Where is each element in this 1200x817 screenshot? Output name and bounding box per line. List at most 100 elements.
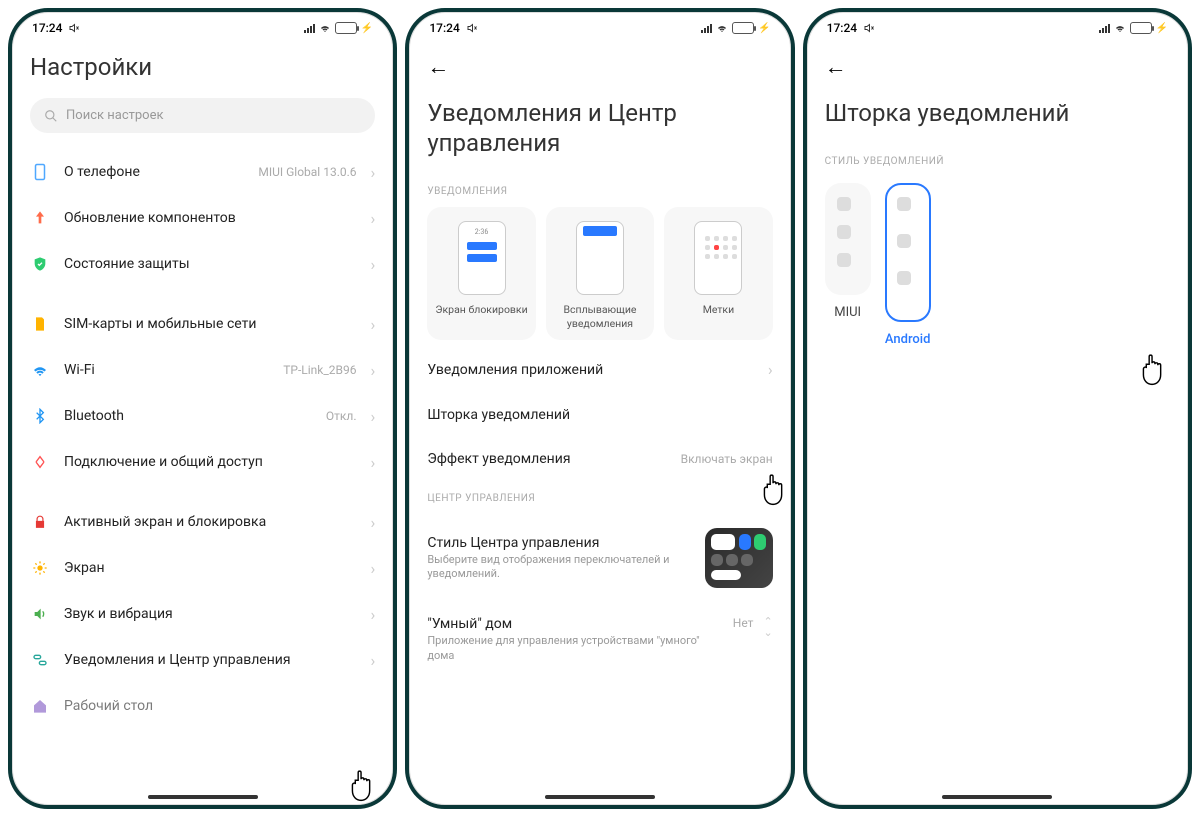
nav-bar[interactable] [545,795,655,799]
row-label: Обновление компонентов [64,210,357,226]
chevron-right-icon: › [371,407,376,426]
row-label: Подключение и общий доступ [64,454,357,470]
mock-time: 2:36 [459,228,505,236]
section-notifications: УВЕДОМЛЕНИЯ [427,174,772,207]
status-time: 17:24 [32,21,62,35]
row-label: "Умный" дом [427,616,722,632]
row-label: Wi-Fi [64,362,269,378]
page-title: Шторка уведомлений [825,86,1170,144]
row-label: Bluetooth [64,408,312,424]
battery-icon [335,22,357,34]
tile-label: Экран блокировки [433,303,529,317]
tile-popup[interactable]: Всплывающие уведомления [546,207,654,340]
row-label: Состояние защиты [64,256,357,272]
wifi-icon [1114,22,1126,34]
row-app-notifications[interactable]: Уведомления приложений › [427,346,772,393]
phone-icon [30,162,50,182]
charge-icon: ⚡ [758,23,770,34]
style-label: MIUI [825,305,871,320]
back-button[interactable]: ← [825,40,1170,86]
chevron-right-icon: › [371,453,376,472]
row-bluetooth[interactable]: Bluetooth Откл. › [30,393,375,439]
back-button[interactable]: ← [427,40,772,86]
row-home[interactable]: Рабочий стол [30,683,375,729]
status-time: 17:24 [827,21,857,35]
row-value: Нет [733,616,754,630]
bluetooth-icon [30,406,50,426]
row-description: Выберите вид отображения переключателей … [427,553,694,582]
page-title: Уведомления и Центр управления [427,86,772,174]
mute-icon [466,22,478,34]
wifi-icon [30,360,50,380]
row-about-phone[interactable]: О телефоне MIUI Global 13.0.6 › [30,149,375,195]
row-notifications[interactable]: Уведомления и Центр управления › [30,637,375,683]
sim-icon [30,314,50,334]
row-label: О телефоне [64,164,244,180]
home-icon [30,696,50,716]
signal-icon [1099,23,1110,33]
row-value: Включать экран [681,452,773,466]
row-notification-effect[interactable]: Эффект уведомления Включать экран [427,437,772,481]
row-description: Приложение для управления устройствами "… [427,634,722,663]
row-update[interactable]: Обновление компонентов › [30,195,375,241]
style-option-android[interactable]: Android [885,183,931,347]
tile-badges[interactable]: Метки [664,207,772,340]
row-value: Откл. [326,409,357,423]
nav-bar[interactable] [942,795,1052,799]
row-label: Эффект уведомления [427,451,670,467]
row-security[interactable]: Состояние защиты › [30,241,375,287]
battery-icon [732,22,754,34]
row-label: Шторка уведомлений [427,407,772,423]
row-value: TP-Link_2B96 [283,363,356,377]
row-label: Рабочий стол [64,698,375,714]
status-bar: 17:24 ⚡ [409,12,790,40]
row-value: MIUI Global 13.0.6 [258,165,356,179]
nav-bar[interactable] [148,795,258,799]
tile-label: Всплывающие уведомления [552,303,648,330]
phone-2-notifications: 17:24 ⚡ ← Уведомления и Центр управления… [405,8,794,809]
search-placeholder: Поиск настроек [66,108,164,123]
wifi-icon [319,22,331,34]
phone-3-shade-style: 17:24 ⚡ ← Шторка уведомлений СТИЛЬ УВЕДО… [803,8,1192,809]
row-label: Уведомления приложений [427,362,758,378]
signal-icon [701,23,712,33]
row-label: SIM-карты и мобильные сети [64,316,357,332]
row-lockscreen[interactable]: Активный экран и блокировка › [30,499,375,545]
row-smart-home[interactable]: "Умный" дом Приложение для управления ус… [427,602,772,677]
page-title: Настройки [30,40,375,98]
battery-icon [1130,22,1152,34]
row-sim[interactable]: SIM-карты и мобильные сети › [30,301,375,347]
mute-icon [68,22,80,34]
search-input[interactable]: Поиск настроек [30,98,375,133]
row-label: Экран [64,560,357,576]
style-option-miui[interactable]: MIUI [825,183,871,347]
tile-label: Метки [670,303,766,317]
row-connection[interactable]: Подключение и общий доступ › [30,439,375,485]
status-bar: 17:24 ⚡ [807,12,1188,40]
status-bar: 17:24 ⚡ [12,12,393,40]
tile-lockscreen[interactable]: 2:36 Экран блокировки [427,207,535,340]
row-display[interactable]: Экран › [30,545,375,591]
chevron-right-icon: › [371,651,376,670]
charge-icon: ⚡ [361,23,373,34]
chevron-right-icon: › [371,315,376,334]
toggles-icon [30,650,50,670]
shield-icon [30,254,50,274]
sun-icon [30,558,50,578]
chevron-right-icon: › [371,163,376,182]
wifi-icon [716,22,728,34]
section-control-center: ЦЕНТР УПРАВЛЕНИЯ [427,481,772,514]
chevron-right-icon: › [371,255,376,274]
lock-icon [30,512,50,532]
status-time: 17:24 [429,21,459,35]
speaker-icon [30,604,50,624]
cc-preview-icon [705,528,773,588]
row-sound[interactable]: Звук и вибрация › [30,591,375,637]
share-icon [30,452,50,472]
row-wifi[interactable]: Wi-Fi TP-Link_2B96 › [30,347,375,393]
row-notification-shade[interactable]: Шторка уведомлений [427,393,772,437]
row-cc-style[interactable]: Стиль Центра управления Выберите вид ото… [427,514,772,602]
row-label: Стиль Центра управления [427,535,694,551]
update-icon [30,208,50,228]
chevron-right-icon: › [768,360,773,379]
